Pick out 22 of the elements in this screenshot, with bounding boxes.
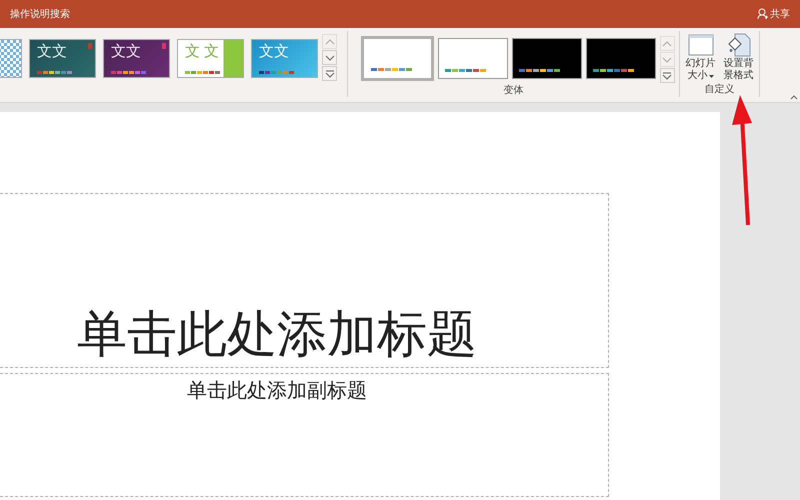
group-label: 自定义	[704, 82, 734, 97]
slide-icon	[688, 34, 714, 56]
search-link[interactable]: 操作说明搜索	[10, 6, 70, 22]
theme-thumbnail[interactable]: 文文	[29, 39, 96, 78]
theme-thumbnail[interactable]: 文文	[103, 39, 170, 78]
variant-thumbnail[interactable]	[512, 38, 582, 79]
variant-thumbnail[interactable]	[586, 38, 656, 79]
slide-subtitle[interactable]: 单击此处添加副标题	[187, 376, 367, 496]
more-icon[interactable]	[660, 68, 674, 83]
paint-bucket-icon	[726, 33, 750, 57]
slide-size-button[interactable]: 幻灯片 大小	[684, 32, 718, 82]
share-button[interactable]: 共享	[757, 6, 790, 22]
more-icon[interactable]	[322, 66, 337, 81]
format-background-button[interactable]: 设置背 景格式	[722, 32, 756, 82]
person-icon	[757, 8, 768, 20]
group-label: 变体	[504, 84, 524, 98]
collapse-icon[interactable]	[790, 95, 798, 100]
scroll-down-icon[interactable]	[322, 50, 337, 65]
slide-title[interactable]: 单击此处添加标题	[77, 309, 477, 359]
variant-thumbnail[interactable]	[438, 38, 508, 79]
variant-thumbnail[interactable]	[360, 36, 434, 81]
dropdown-icon	[708, 74, 714, 78]
